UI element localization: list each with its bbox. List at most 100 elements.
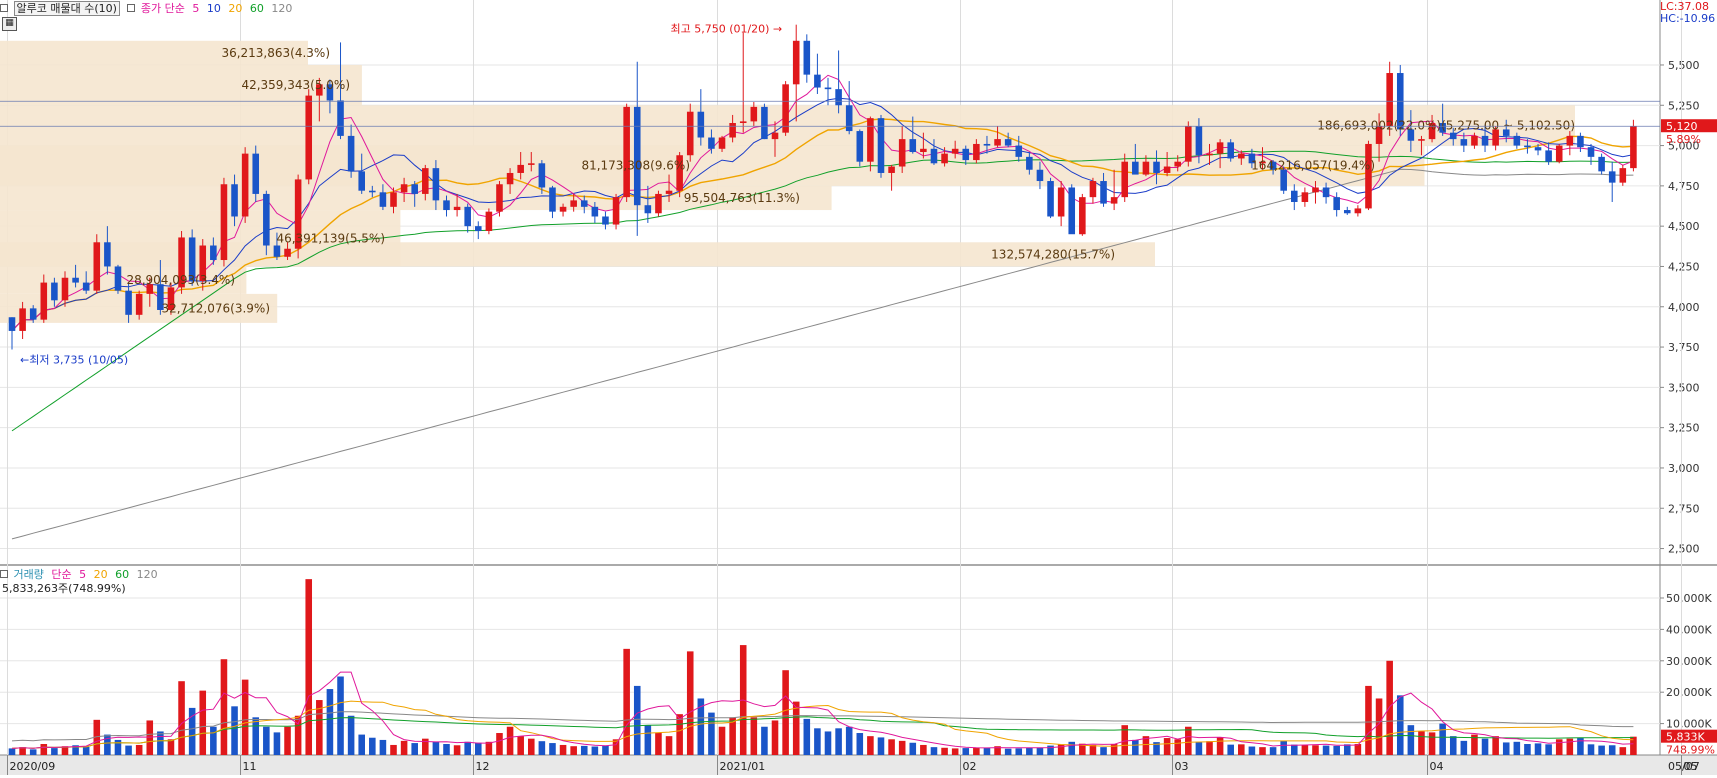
candle-body: [1142, 161, 1150, 175]
candle-body: [1301, 192, 1309, 202]
candle-body: [496, 184, 503, 212]
volume-bar: [718, 726, 726, 755]
volume-bar: [527, 738, 535, 755]
candle-body: [602, 216, 609, 225]
volume-bar: [294, 715, 302, 755]
volume-bar: [506, 726, 514, 755]
candle-body: [708, 137, 715, 149]
volume-bar: [146, 720, 154, 755]
volume-bar: [1206, 741, 1213, 755]
price-tick-label: 4,250: [1668, 260, 1700, 273]
last-price-tag: 5,120: [1666, 120, 1698, 133]
volume-bar: [824, 731, 832, 755]
indicator-title[interactable]: 알루코 매물대 수(10): [13, 1, 120, 16]
candle-body: [856, 131, 864, 162]
candle-body: [1079, 197, 1086, 235]
candle-body: [803, 40, 811, 75]
ma-period-5: 5: [192, 2, 200, 15]
ma-period-60: 60: [249, 2, 264, 15]
time-axis-label: 04: [1430, 760, 1444, 773]
candle-body: [549, 187, 556, 212]
volume-bar: [1396, 695, 1404, 755]
price-tick-label: 5,500: [1668, 59, 1700, 72]
price-tick-label: 2,500: [1668, 543, 1700, 556]
candle-body: [1121, 161, 1129, 198]
ma-toggle-icon[interactable]: [127, 4, 136, 12]
volume-bar: [930, 747, 938, 755]
volume-bar: [644, 725, 652, 755]
volume-bar: [1513, 741, 1521, 755]
volume-profile-label: 36,213,863(4.3%): [221, 46, 330, 60]
volume-bar: [1428, 732, 1436, 755]
volume-bar: [241, 679, 249, 755]
price-tick-label: 3,500: [1668, 381, 1700, 394]
volume-bar: [1015, 748, 1023, 755]
volume-bar: [856, 733, 864, 755]
candle-body: [591, 206, 599, 217]
candle-body: [835, 89, 842, 106]
candle-body: [1132, 161, 1139, 175]
volume-bar: [814, 728, 821, 755]
volume-bar: [1227, 744, 1234, 755]
candle-body: [1460, 139, 1468, 146]
volume-bar: [835, 728, 842, 755]
volume-bar: [453, 745, 461, 755]
volume-bar: [475, 742, 482, 755]
volume-bar: [951, 748, 959, 755]
candle-body: [1100, 181, 1107, 204]
candle-body: [729, 123, 736, 138]
volume-bar: [633, 685, 641, 755]
grid-toggle-icon[interactable]: ▦: [2, 17, 17, 31]
time-axis-label: 12: [476, 760, 490, 773]
candle-body: [1534, 147, 1542, 151]
volume-bar: [962, 748, 970, 755]
volume-bar: [1004, 748, 1012, 755]
candle-body: [718, 137, 726, 149]
candle-body: [888, 166, 895, 173]
candle-body: [1216, 142, 1224, 154]
volume-bar: [326, 689, 334, 755]
volume-bar: [898, 740, 906, 755]
panel-collapse-icon[interactable]: [0, 4, 8, 12]
candle-body: [686, 111, 694, 156]
volume-bar: [1036, 747, 1044, 755]
volume-bar: [792, 701, 800, 755]
candle-body: [559, 206, 567, 212]
candle-body: [750, 106, 758, 122]
candle-body: [1206, 153, 1213, 156]
candle-body: [930, 148, 938, 164]
candle-body: [305, 95, 313, 180]
volume-bar: [1407, 725, 1415, 755]
volume-bar: [1481, 738, 1489, 755]
candle-body: [527, 163, 535, 165]
price-tick-label: 3,000: [1668, 462, 1700, 475]
time-axis-label: 11: [243, 760, 257, 773]
candle-body: [1280, 169, 1287, 191]
candle-body: [422, 168, 429, 194]
volume-bar: [1026, 747, 1033, 755]
candle-body: [1312, 187, 1319, 193]
volume-bar: [1460, 740, 1468, 755]
volume-bar: [570, 746, 577, 755]
candle-body: [1195, 126, 1203, 156]
volume-bar: [623, 648, 630, 755]
volume-bar: [983, 747, 991, 755]
volume-bar: [771, 720, 779, 755]
candle-body: [1174, 161, 1181, 167]
volume-bar: [1566, 738, 1574, 755]
candle-body: [104, 242, 111, 267]
candle-body: [1598, 156, 1605, 172]
candle-body: [400, 184, 408, 193]
candle-body: [93, 242, 101, 291]
candle-body: [920, 148, 927, 153]
candle-body: [19, 308, 26, 331]
volume-bar: [580, 745, 588, 755]
volume-bar: [1608, 745, 1616, 755]
volume-bar: [1375, 698, 1383, 755]
candle-body: [867, 118, 874, 162]
volume-bar: [1322, 745, 1330, 755]
volume-bar: [1343, 744, 1351, 755]
candle-body: [739, 121, 747, 123]
time-axis-label-last: 05/07: [1668, 760, 1700, 773]
volume-toggle-icon[interactable]: [0, 570, 8, 578]
